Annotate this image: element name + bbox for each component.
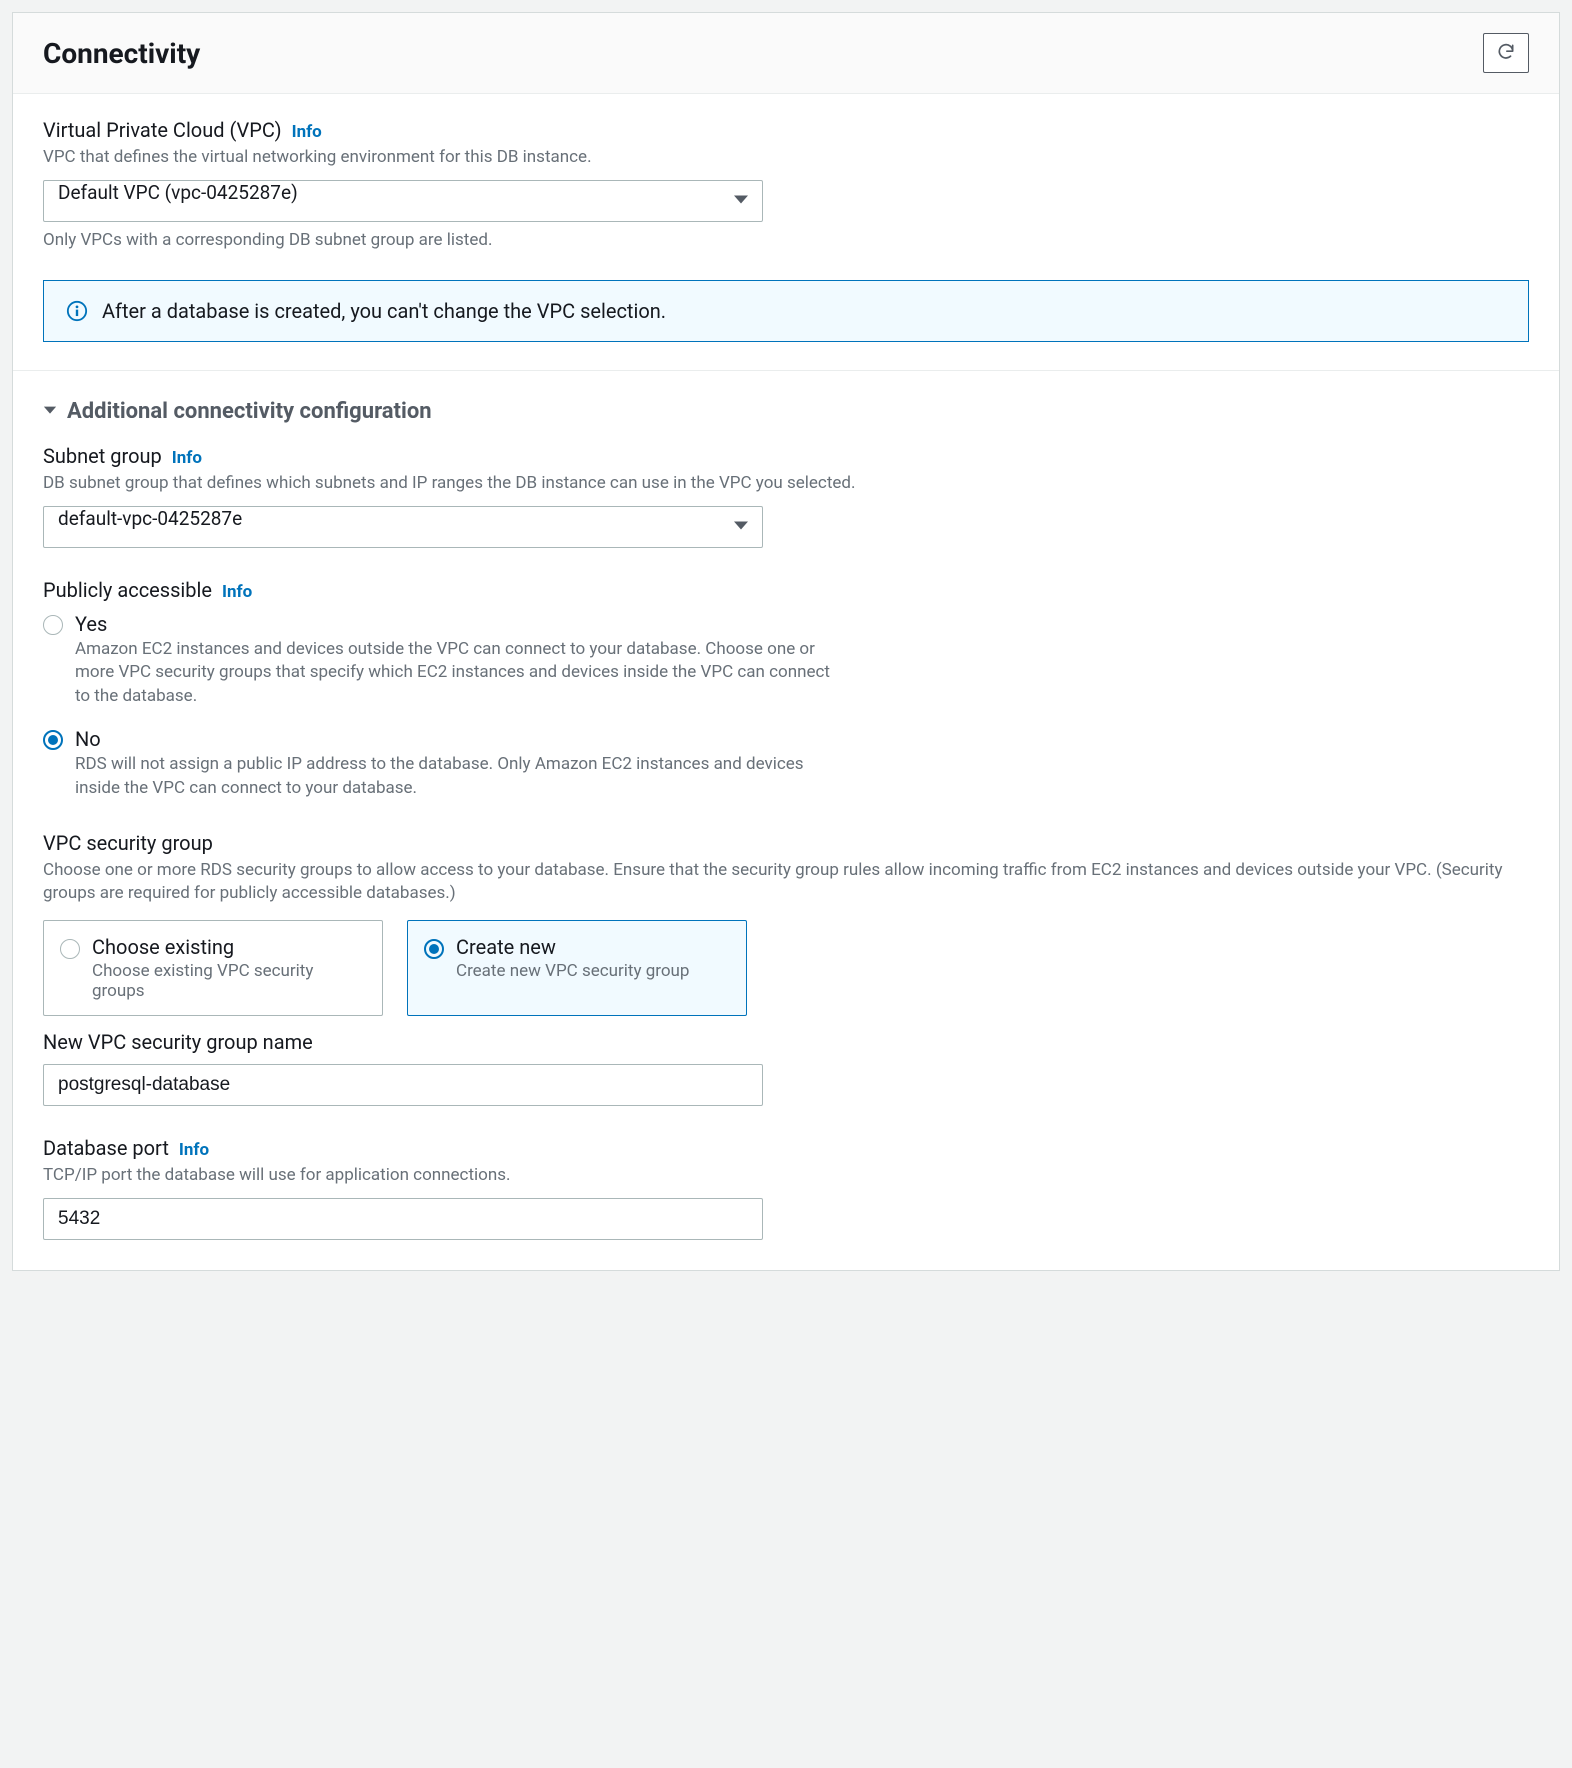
new-sg-name-label: New VPC security group name: [43, 1030, 1529, 1054]
panel-header: Connectivity: [13, 13, 1559, 94]
vpc-info-link[interactable]: Info: [292, 122, 322, 142]
vpc-label: Virtual Private Cloud (VPC): [43, 118, 282, 142]
vpc-helper: Only VPCs with a corresponding DB subnet…: [43, 230, 1529, 250]
vpc-description: VPC that defines the virtual networking …: [43, 146, 1529, 170]
radio-yes-label: Yes: [75, 612, 1529, 636]
database-port-section: Database port Info TCP/IP port the datab…: [43, 1136, 1529, 1240]
info-icon: [66, 300, 88, 322]
db-port-info-link[interactable]: Info: [179, 1140, 209, 1160]
radio-icon: [43, 615, 63, 635]
additional-config-toggle[interactable]: Additional connectivity configuration: [43, 399, 1529, 424]
vpc-select[interactable]: Default VPC (vpc-0425287e): [43, 180, 763, 222]
sg-choose-existing-tile[interactable]: Choose existing Choose existing VPC secu…: [43, 920, 383, 1016]
sg-existing-desc: Choose existing VPC security groups: [92, 961, 366, 1001]
subnet-info-link[interactable]: Info: [172, 448, 202, 468]
db-port-label: Database port: [43, 1136, 169, 1160]
divider: [13, 370, 1559, 371]
security-group-label: VPC security group: [43, 831, 1529, 855]
subnet-description: DB subnet group that defines which subne…: [43, 472, 1529, 496]
connectivity-panel: Connectivity Virtual Private Cloud (VPC)…: [12, 12, 1560, 1271]
sg-create-desc: Create new VPC security group: [456, 961, 689, 981]
publicly-accessible-no[interactable]: No RDS will not assign a public IP addre…: [43, 727, 1529, 801]
additional-config-title: Additional connectivity configuration: [67, 399, 432, 424]
radio-icon: [60, 939, 80, 959]
security-group-section: VPC security group Choose one or more RD…: [43, 831, 1529, 1107]
radio-no-desc: RDS will not assign a public IP address …: [75, 753, 835, 801]
publicly-accessible-info-link[interactable]: Info: [222, 582, 252, 602]
sg-create-label: Create new: [456, 935, 689, 959]
panel-body: Virtual Private Cloud (VPC) Info VPC tha…: [13, 94, 1559, 1270]
security-group-description: Choose one or more RDS security groups t…: [43, 859, 1529, 907]
radio-icon: [43, 730, 63, 750]
vpc-change-notice: After a database is created, you can't c…: [43, 280, 1529, 342]
sg-existing-label: Choose existing: [92, 935, 366, 959]
publicly-accessible-section: Publicly accessible Info Yes Amazon EC2 …: [43, 578, 1529, 801]
radio-no-label: No: [75, 727, 1529, 751]
panel-title: Connectivity: [43, 37, 200, 70]
subnet-field: Subnet group Info DB subnet group that d…: [43, 444, 1529, 548]
radio-icon: [424, 939, 444, 959]
subnet-label: Subnet group: [43, 444, 162, 468]
vpc-field: Virtual Private Cloud (VPC) Info VPC tha…: [43, 118, 1529, 250]
new-sg-name-input[interactable]: [43, 1064, 763, 1106]
refresh-button[interactable]: [1483, 33, 1529, 73]
radio-yes-desc: Amazon EC2 instances and devices outside…: [75, 638, 835, 709]
db-port-description: TCP/IP port the database will use for ap…: [43, 1164, 1529, 1188]
refresh-icon: [1496, 42, 1516, 65]
caret-down-icon: [43, 402, 57, 421]
publicly-accessible-yes[interactable]: Yes Amazon EC2 instances and devices out…: [43, 612, 1529, 709]
sg-create-new-tile[interactable]: Create new Create new VPC security group: [407, 920, 747, 1016]
db-port-input[interactable]: [43, 1198, 763, 1240]
vpc-notice-text: After a database is created, you can't c…: [102, 299, 666, 323]
subnet-select[interactable]: default-vpc-0425287e: [43, 506, 763, 548]
publicly-accessible-label: Publicly accessible: [43, 578, 212, 602]
